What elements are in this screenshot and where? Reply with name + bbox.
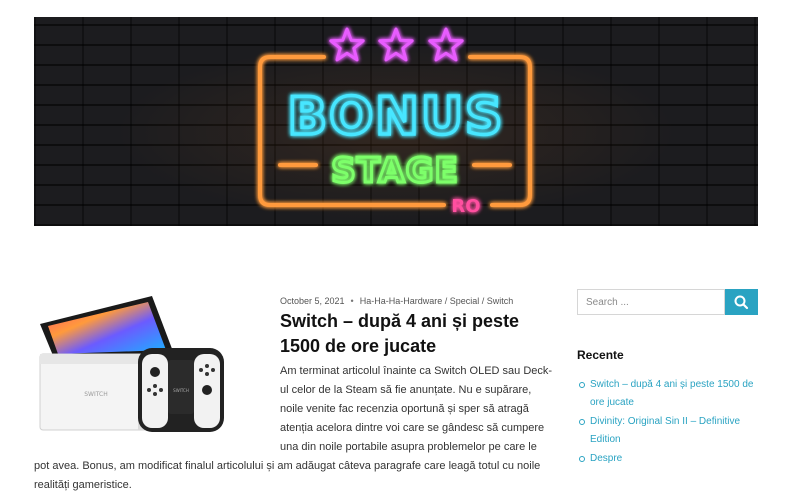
- search-icon: [734, 295, 749, 310]
- banner-word-stage: STAGE: [331, 151, 459, 191]
- post-title-link[interactable]: Switch – după 4 ani și peste 1500 de ore…: [280, 311, 519, 356]
- list-item: Despre: [577, 450, 767, 468]
- neon-stars: [329, 27, 464, 62]
- search-form: [577, 289, 758, 315]
- post-meta: October 5, 2021 • Ha-Ha-Ha-Hardware / Spec…: [280, 296, 513, 306]
- post-title[interactable]: Switch – după 4 ani și peste 1500 de ore…: [280, 309, 550, 359]
- category-separator: /: [479, 296, 487, 306]
- bonus-stage-logo: BONUS STAGE RO: [258, 27, 532, 217]
- recent-post-link[interactable]: Despre: [590, 453, 622, 464]
- star-icon: [329, 27, 365, 62]
- star-icon: [428, 27, 464, 62]
- site-header-banner[interactable]: BONUS STAGE RO: [34, 17, 758, 226]
- bullet-icon: [579, 382, 585, 388]
- recent-widget-title: Recente: [577, 348, 624, 362]
- post-excerpt: Am terminat articolul înainte ca Switch …: [34, 362, 554, 495]
- category-link[interactable]: Switch: [487, 296, 514, 306]
- bullet-icon: [579, 419, 585, 425]
- search-input[interactable]: [577, 289, 725, 315]
- recent-post-link[interactable]: Divinity: Original Sin II – Definitive E…: [590, 416, 740, 445]
- list-item: Switch – după 4 ani și peste 1500 de ore…: [577, 376, 767, 412]
- recent-post-link[interactable]: Switch – după 4 ani și peste 1500 de ore…: [590, 379, 753, 408]
- bullet-icon: [579, 456, 585, 462]
- thumbnail-spacer: [34, 362, 280, 457]
- list-item: Divinity: Original Sin II – Definitive E…: [577, 413, 767, 449]
- star-icon: [378, 27, 414, 62]
- meta-separator: •: [350, 296, 354, 306]
- banner-suffix: RO: [451, 196, 480, 217]
- search-button[interactable]: [725, 289, 758, 315]
- category-link[interactable]: Ha-Ha-Ha-Hardware: [360, 296, 443, 306]
- post-date[interactable]: October 5, 2021: [280, 296, 345, 306]
- banner-word-bonus: BONUS: [287, 87, 504, 147]
- category-separator: /: [442, 296, 450, 306]
- recent-posts-list: Switch – după 4 ani și peste 1500 de ore…: [577, 376, 767, 469]
- category-link[interactable]: Special: [450, 296, 480, 306]
